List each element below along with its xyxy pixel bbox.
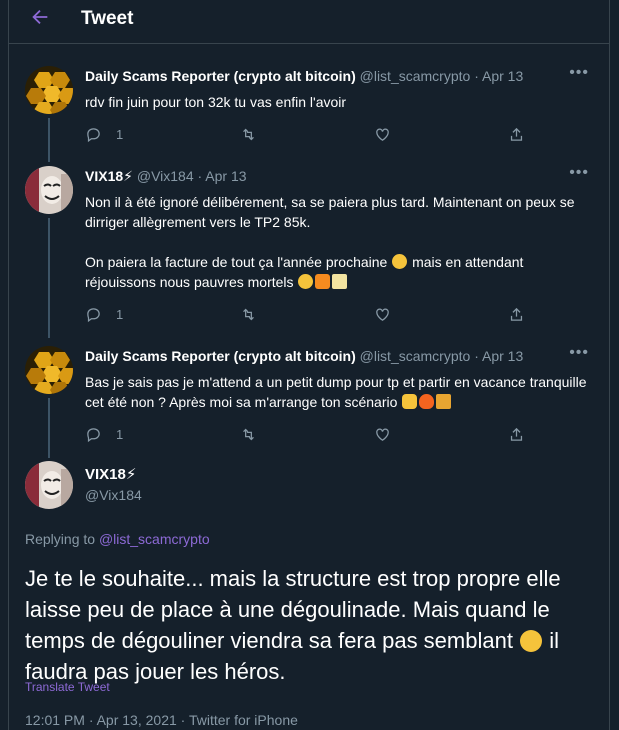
orange-heart-emoji-icon: [315, 274, 331, 289]
user-handle[interactable]: @Vix184: [85, 487, 142, 503]
reply-button[interactable]: 1: [85, 424, 123, 444]
tweet-timestamp[interactable]: 12:01 PM · Apr 13, 2021 · Twitter for iP…: [25, 712, 298, 728]
like-icon: [376, 308, 389, 321]
display-name[interactable]: VIX18⚡: [85, 465, 136, 483]
share-icon: [510, 307, 523, 321]
crying-laughing-emoji-icon: [520, 630, 543, 652]
tweet-actions: 1: [85, 424, 525, 444]
avatar[interactable]: [25, 461, 73, 509]
user-handle[interactable]: @list_scamcrypto: [360, 68, 471, 84]
replying-label: Replying to: [25, 531, 96, 547]
tweet-date[interactable]: · Apr 13: [474, 68, 523, 84]
share-button[interactable]: [508, 424, 525, 444]
share-icon: [510, 127, 523, 141]
display-name[interactable]: Daily Scams Reporter (crypto alt bitcoin…: [85, 348, 356, 364]
thread-line: [48, 398, 50, 458]
tweet-text-paragraph: On paiera la facture de tout ça l'année …: [85, 252, 595, 292]
reply-count: 1: [116, 126, 124, 142]
more-icon[interactable]: •••: [569, 164, 589, 182]
user-handle[interactable]: @list_scamcrypto: [360, 348, 471, 364]
tweet-text: Non il à été ignoré délibérement, sa se …: [85, 192, 595, 292]
avatar[interactable]: [25, 166, 73, 214]
like-button[interactable]: [374, 424, 391, 444]
retweet-button[interactable]: [240, 424, 257, 444]
like-button[interactable]: [374, 304, 391, 324]
reply-icon: [87, 127, 100, 142]
tweet-text-segment: On paiera la facture de tout ça l'année …: [85, 254, 388, 270]
retweet-icon: [243, 128, 255, 140]
reply-button[interactable]: 1: [85, 124, 123, 144]
display-name[interactable]: Daily Scams Reporter (crypto alt bitcoin…: [85, 68, 356, 84]
tweet-header: Daily Scams Reporter (crypto alt bitcoin…: [85, 348, 523, 364]
tweet-body-segment: Je te le souhaite... mais la structure e…: [25, 566, 561, 653]
focused-tweet: VIX18⚡ @Vix184 Replying to @list_scamcry…: [9, 455, 609, 730]
replying-to: Replying to @list_scamcrypto: [25, 531, 210, 547]
more-icon[interactable]: •••: [569, 344, 589, 362]
tweet-actions: 1: [85, 124, 525, 144]
reply-button[interactable]: 1: [85, 304, 123, 324]
winking-tongue-emoji-icon: [392, 254, 408, 269]
tweet-text: Bas je sais pas je m'attend a un petit d…: [85, 372, 595, 412]
tweet-text-paragraph: Non il à été ignoré délibérement, sa se …: [85, 194, 575, 230]
thread-line: [48, 154, 50, 162]
share-button[interactable]: [508, 124, 525, 144]
retweet-button[interactable]: [240, 124, 257, 144]
tweet-date[interactable]: · Apr 13: [198, 168, 247, 184]
tweet-text: rdv fin juin pour ton 32k tu vas enfin l…: [85, 94, 347, 110]
reply-count: 1: [116, 426, 124, 442]
reply-icon: [87, 427, 100, 442]
share-button[interactable]: [508, 304, 525, 324]
like-button[interactable]: [374, 124, 391, 144]
champagne-emoji-icon: [332, 274, 348, 289]
more-icon[interactable]: •••: [569, 64, 589, 82]
back-arrow-icon[interactable]: [29, 6, 53, 30]
retweet-button[interactable]: [240, 304, 257, 324]
header-bar: Tweet: [9, 0, 609, 44]
retweet-icon: [243, 308, 255, 320]
tweet-item[interactable]: Daily Scams Reporter (crypto alt bitcoin…: [9, 342, 609, 458]
beer-mugs-emoji-icon: [436, 394, 452, 409]
user-handle[interactable]: @Vix184: [137, 168, 194, 184]
ok-hand-emoji-icon: [402, 394, 418, 409]
tweet-header: Daily Scams Reporter (crypto alt bitcoin…: [85, 68, 523, 84]
tweet-item[interactable]: Daily Scams Reporter (crypto alt bitcoin…: [9, 62, 609, 158]
page-title: Tweet: [81, 8, 134, 29]
replying-to-link[interactable]: @list_scamcrypto: [99, 531, 210, 547]
tweet-header: VIX18⚡ @Vix184 · Apr 13: [85, 168, 247, 185]
tweet-actions: 1: [85, 304, 525, 324]
translate-tweet-link[interactable]: Translate Tweet: [25, 680, 110, 694]
share-icon: [510, 427, 523, 441]
avatar[interactable]: [25, 66, 73, 114]
like-icon: [376, 428, 389, 441]
tweet-item[interactable]: VIX18⚡ @Vix184 · Apr 13 ••• Non il à été…: [9, 154, 609, 338]
like-icon: [376, 128, 389, 141]
winking-face-emoji-icon: [298, 274, 314, 289]
thread-line: [48, 218, 50, 338]
reply-count: 1: [116, 306, 124, 322]
tweet-date[interactable]: · Apr 13: [474, 348, 523, 364]
thread-line: [48, 118, 50, 158]
reply-icon: [87, 307, 100, 322]
tweet-text-segment: Bas je sais pas je m'attend a un petit d…: [85, 374, 587, 410]
avatar[interactable]: [25, 346, 73, 394]
retweet-icon: [243, 428, 255, 440]
fire-emoji-icon: [419, 394, 435, 409]
display-name[interactable]: VIX18⚡: [85, 168, 133, 184]
tweet-body: Je te le souhaite... mais la structure e…: [25, 563, 605, 687]
